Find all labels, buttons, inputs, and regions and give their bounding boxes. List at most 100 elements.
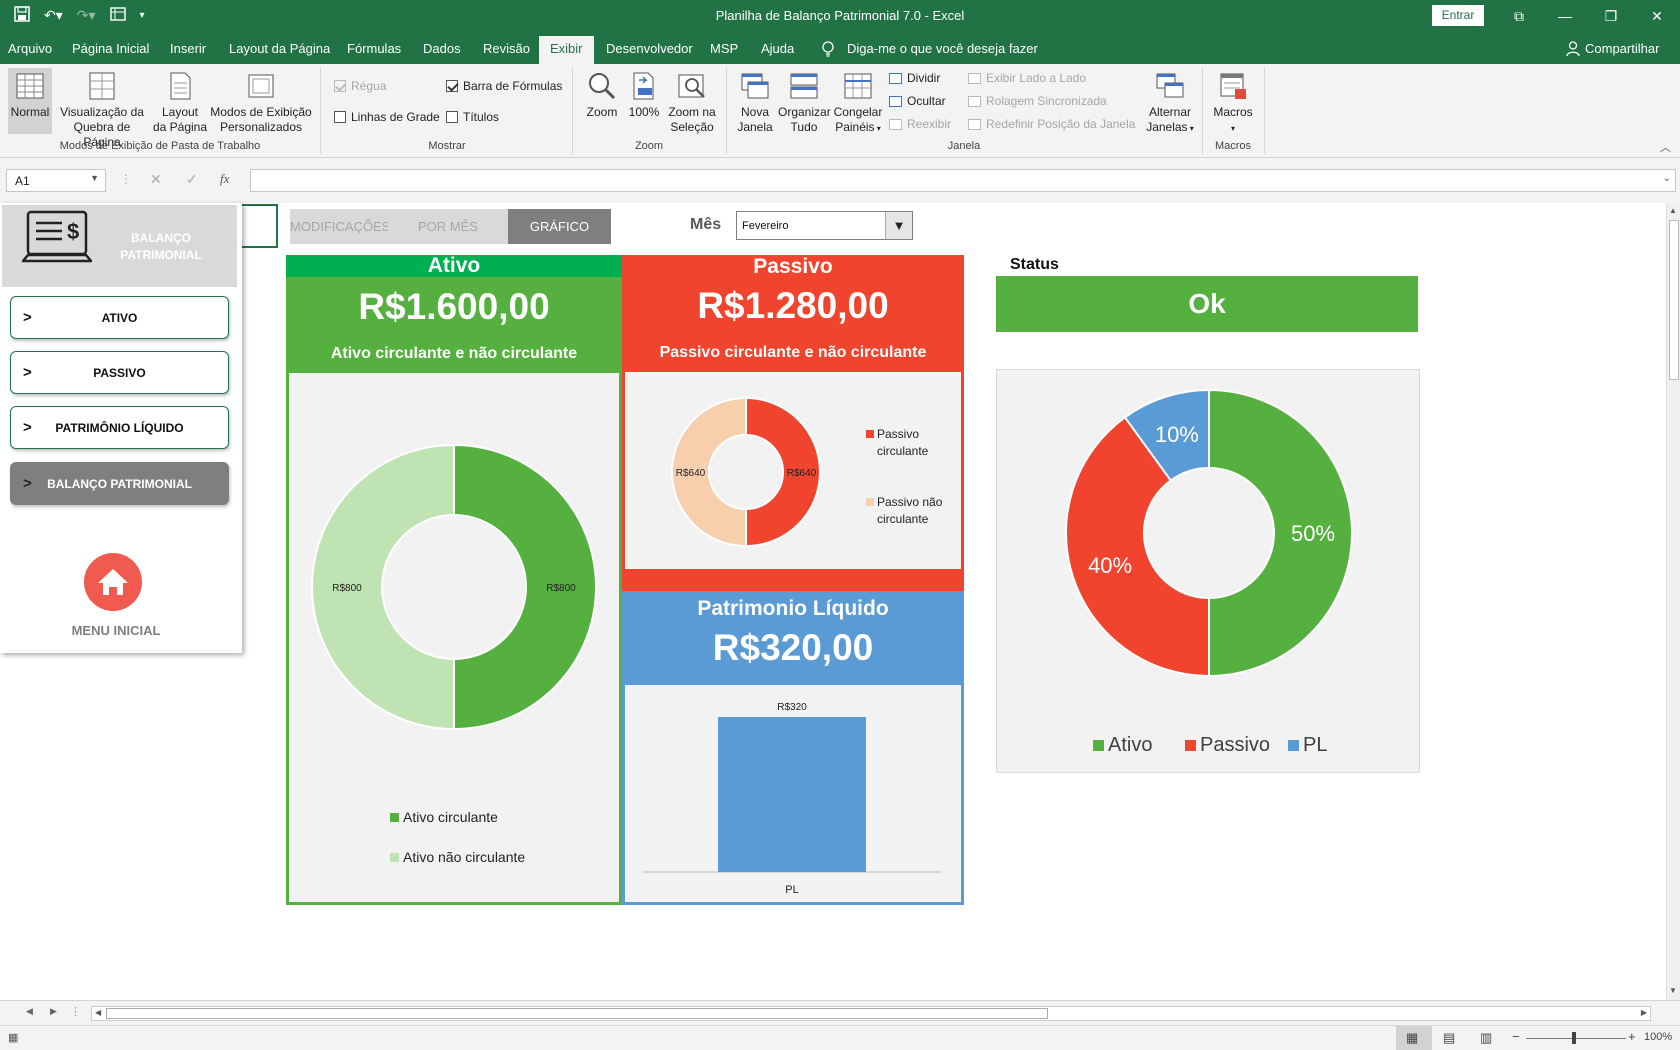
- page-layout-button[interactable]: Layout da Página: [152, 68, 208, 135]
- tab-arquivo[interactable]: Arquivo: [8, 41, 52, 56]
- reset-window-position-button[interactable]: Redefinir Posição da Janela: [968, 117, 1135, 131]
- hide-icon: [889, 95, 902, 107]
- tab-inserir[interactable]: Inserir: [170, 41, 206, 56]
- tab-layout-da-pagina[interactable]: Layout da Página: [229, 41, 330, 56]
- zoom-in-icon[interactable]: +: [1628, 1029, 1636, 1044]
- zoom-selection-label-1: Zoom na: [668, 105, 716, 119]
- zoom-out-icon[interactable]: −: [1512, 1029, 1520, 1044]
- tab-dados[interactable]: Dados: [423, 41, 461, 56]
- macro-record-icon[interactable]: ▦: [8, 1031, 18, 1044]
- formula-input[interactable]: ⌄: [250, 169, 1676, 192]
- horizontal-scroll-thumb[interactable]: [106, 1008, 1048, 1019]
- summary-chart-box: 50% 40% 10% Ativo Passivo PL: [996, 369, 1420, 773]
- gridlines-checkbox[interactable]: Linhas de Grade: [334, 110, 440, 124]
- tab-revisao[interactable]: Revisão: [483, 41, 530, 56]
- group-label-macros: Macros: [1214, 140, 1252, 152]
- enter-icon[interactable]: ✓: [186, 171, 198, 188]
- legend-label-line: circulante: [877, 444, 929, 458]
- scroll-down-icon[interactable]: ▼: [1669, 986, 1677, 995]
- cancel-icon[interactable]: ✕: [150, 171, 162, 188]
- minimize-icon[interactable]: —: [1542, 0, 1588, 32]
- collapse-ribbon-icon[interactable]: ︿: [1660, 139, 1671, 155]
- menu-balanco-patrimonial-button[interactable]: > BALANÇO PATRIMONIAL: [10, 462, 229, 505]
- ribbon-separator: [572, 68, 573, 154]
- name-box[interactable]: A1 ▼: [6, 169, 106, 192]
- share-button[interactable]: Compartilhar: [1585, 41, 1659, 56]
- side-by-side-label: Exibir Lado a Lado: [986, 71, 1087, 85]
- menu-ativo-button[interactable]: > ATIVO: [10, 296, 229, 339]
- signin-button[interactable]: Entrar: [1432, 5, 1484, 26]
- home-icon[interactable]: [84, 553, 142, 611]
- ruler-checkbox[interactable]: Régua: [334, 79, 386, 93]
- home-label[interactable]: MENU INICIAL: [0, 623, 232, 638]
- custom-views-button[interactable]: Modos de Exibição Personalizados: [210, 68, 312, 135]
- ribbon-display-options-icon[interactable]: ⧉: [1496, 0, 1542, 32]
- new-window-button[interactable]: Nova Janela: [732, 68, 778, 135]
- restore-icon[interactable]: ❐: [1588, 0, 1634, 32]
- menu-patrimonio-liquido-button[interactable]: > PATRIMÔNIO LÍQUIDO: [10, 406, 229, 449]
- worksheet[interactable]: MODIFICAÇÕES POR MÊS GRÁFICO Mês Feverei…: [0, 203, 1666, 1000]
- formula-bar-checkbox-box: [446, 80, 458, 92]
- sheet-next-icon[interactable]: ▶: [50, 1006, 57, 1017]
- page-break-status-icon[interactable]: ▥: [1480, 1030, 1492, 1046]
- laptop-money-icon: $: [22, 210, 92, 263]
- sheet-prev-icon[interactable]: ◀: [26, 1006, 33, 1017]
- tell-me-search[interactable]: Diga-me o que você deseja fazer: [847, 41, 1038, 56]
- page-break-preview-button[interactable]: Visualização da Quebra de Página: [56, 68, 148, 150]
- vertical-scrollbar[interactable]: ▲ ▼: [1666, 203, 1680, 1000]
- normal-view-button[interactable]: Normal: [8, 68, 52, 134]
- month-dropdown[interactable]: Fevereiro ▼: [736, 211, 913, 240]
- insert-function-icon[interactable]: fx: [220, 171, 229, 187]
- vertical-scroll-thumb[interactable]: [1669, 220, 1679, 380]
- tab-exibir[interactable]: Exibir: [539, 36, 594, 64]
- split-button[interactable]: Dividir: [889, 71, 940, 85]
- ruler-checkbox-box: [334, 80, 346, 92]
- data-label: R$320: [777, 702, 807, 713]
- close-icon[interactable]: ✕: [1634, 0, 1680, 32]
- unhide-button[interactable]: Reexibir: [889, 117, 951, 131]
- expand-formula-bar-icon[interactable]: ⌄: [1663, 173, 1671, 184]
- arrange-all-button[interactable]: Organizar Tudo: [778, 68, 831, 135]
- zoom-100-button[interactable]: 100%: [626, 68, 662, 120]
- gridlines-checkbox-box: [334, 111, 346, 123]
- data-label: 50%: [1291, 521, 1335, 546]
- tab-ajuda[interactable]: Ajuda: [761, 41, 794, 56]
- name-box-dropdown-icon[interactable]: ▼: [90, 173, 99, 183]
- menu-passivo-label: PASSIVO: [93, 366, 146, 380]
- zoom-slider-thumb[interactable]: [1572, 1032, 1576, 1044]
- month-dropdown-arrow-icon[interactable]: ▼: [885, 212, 912, 239]
- user-icon[interactable]: [1566, 41, 1580, 59]
- tab-modificacoes[interactable]: MODIFICAÇÕES: [290, 209, 390, 244]
- formula-bar-checkbox[interactable]: Barra de Fórmulas: [446, 79, 562, 93]
- scroll-right-icon[interactable]: ▶: [1641, 1008, 1647, 1017]
- lightbulb-icon: [821, 41, 835, 60]
- tab-desenvolvedor[interactable]: Desenvolvedor: [606, 41, 693, 56]
- page-layout-status-icon[interactable]: ▤: [1443, 1030, 1455, 1046]
- scroll-up-icon[interactable]: ▲: [1669, 206, 1677, 215]
- horizontal-scrollbar[interactable]: ◀ ▶: [91, 1006, 1651, 1021]
- legend-label-line: Passivo não: [877, 495, 943, 509]
- tab-por-mes[interactable]: POR MÊS: [388, 209, 508, 244]
- synchronous-scrolling-button[interactable]: Rolagem Sincronizada: [968, 94, 1107, 108]
- zoom-slider[interactable]: [1526, 1038, 1626, 1039]
- headings-checkbox[interactable]: Títulos: [446, 110, 499, 124]
- zoom-selection-button[interactable]: Zoom na Seleção: [664, 68, 720, 135]
- ativo-header: R$1.600,00 Ativo circulante e não circul…: [286, 277, 622, 373]
- tab-grafico[interactable]: GRÁFICO: [508, 209, 611, 244]
- macros-label: Macros: [1213, 105, 1253, 119]
- tab-formulas[interactable]: Fórmulas: [347, 41, 401, 56]
- view-side-by-side-button[interactable]: Exibir Lado a Lado: [968, 71, 1086, 85]
- hide-button[interactable]: Ocultar: [889, 94, 946, 108]
- freeze-panes-button[interactable]: Congelar Painéis ▾: [832, 68, 884, 136]
- menu-passivo-button[interactable]: > PASSIVO: [10, 351, 229, 394]
- passivo-footer: [622, 569, 964, 591]
- zoom-level[interactable]: 100%: [1644, 1031, 1672, 1043]
- scroll-left-icon[interactable]: ◀: [95, 1008, 101, 1017]
- tab-msp[interactable]: MSP: [710, 41, 738, 56]
- data-label: R$640: [676, 468, 706, 479]
- tab-pagina-inicial[interactable]: Página Inicial: [72, 41, 149, 56]
- switch-windows-button[interactable]: Alternar Janelas ▾: [1142, 68, 1198, 136]
- hide-label: Ocultar: [907, 94, 946, 108]
- macros-button[interactable]: Macros ▾: [1208, 68, 1258, 136]
- zoom-button[interactable]: Zoom: [582, 68, 622, 120]
